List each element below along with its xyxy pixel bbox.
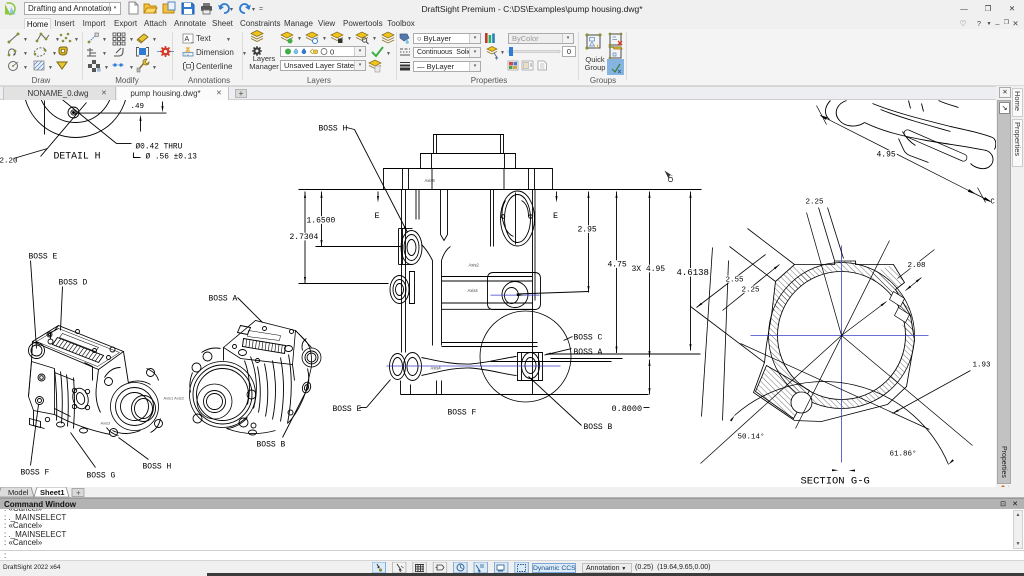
svg-text:2.08: 2.08 [908,262,926,270]
svg-text:BOSS F: BOSS F [448,409,477,418]
svg-text:BOSS H: BOSS H [319,125,348,134]
svg-text:Axis2: Axis2 [469,263,480,268]
svg-text:▼: ▼ [347,36,352,42]
svg-text:SECTION G-G: SECTION G-G [801,476,870,488]
svg-text:1.6500: 1.6500 [307,217,336,226]
svg-text:50.14°: 50.14° [738,433,765,442]
svg-text:0: 0 [330,48,334,57]
svg-text:3X 4.95: 3X 4.95 [632,265,666,274]
svg-text:2.55: 2.55 [726,277,745,285]
svg-text:▼: ▼ [152,37,157,43]
svg-text:E: E [553,211,558,221]
svg-text:DETAIL H: DETAIL H [54,151,101,162]
svg-text:▼: ▼ [102,37,107,43]
svg-text:=: = [259,6,263,13]
svg-text:▼: ▼ [500,50,505,56]
svg-text:▼: ▼ [23,37,28,43]
svg-text:+: + [76,489,81,498]
svg-text:BOSS A: BOSS A [574,348,603,357]
svg-text:Sheet1: Sheet1 [40,488,65,497]
svg-text:C: C [991,199,995,207]
svg-text:4.95: 4.95 [877,151,896,160]
svg-text:▼: ▼ [386,51,391,57]
svg-text:BOSS E: BOSS E [29,253,58,262]
svg-text:BOSS D: BOSS D [59,279,88,288]
svg-text:▼: ▼ [23,51,28,57]
svg-text:▼: ▼ [23,65,28,71]
svg-text:Axis8: Axis8 [425,178,436,183]
svg-text:Ø .56 ±0.13: Ø .56 ±0.13 [146,153,198,162]
svg-text:Axis4: Axis4 [431,366,442,371]
svg-text:61.86°: 61.86° [890,450,917,459]
svg-text:E: E [375,211,380,221]
svg-text:BOSS F: BOSS F [21,469,50,478]
svg-text:▼: ▼ [129,37,134,43]
svg-text:▼: ▼ [48,65,53,71]
svg-text:Axis1 Axis2: Axis1 Axis2 [164,396,185,401]
svg-text:4.75: 4.75 [608,261,627,270]
svg-text:4.6138: 4.6138 [677,268,709,278]
svg-text:.49: .49 [131,103,145,111]
svg-text:▼: ▼ [104,65,109,71]
svg-text:0.8000: 0.8000 [612,404,643,414]
svg-text:A: A [185,36,190,43]
svg-text:▾: ▾ [230,7,233,13]
svg-text:Axis4: Axis4 [468,288,479,293]
svg-text:1.93: 1.93 [973,362,992,370]
svg-text:▼: ▼ [152,65,157,71]
svg-text:2.25: 2.25 [742,287,761,295]
svg-text:BOSS G: BOSS G [87,472,116,481]
svg-text:▼: ▼ [129,65,134,71]
svg-text:▼: ▼ [322,36,327,42]
svg-text:▼: ▼ [297,36,302,42]
svg-text:▾: ▾ [252,7,255,13]
svg-text:1.4: 1.4 [184,53,189,57]
svg-text:▼: ▼ [372,36,377,42]
svg-text:BOSS A: BOSS A [209,295,238,304]
svg-text:2.95: 2.95 [578,226,597,235]
svg-text:BOSS C: BOSS C [574,334,603,343]
svg-text:▼: ▼ [102,51,107,57]
svg-text:2.20: 2.20 [0,158,18,166]
svg-text:▼: ▼ [74,37,79,43]
svg-text:BOSS H: BOSS H [143,463,172,472]
svg-text:2.7304: 2.7304 [290,233,319,242]
svg-text:Model: Model [8,488,29,497]
svg-text:▼: ▼ [55,37,60,43]
svg-text:Ø0.42 THRU: Ø0.42 THRU [136,143,183,152]
svg-text:BOSS E: BOSS E [333,405,362,414]
svg-text:▼: ▼ [52,51,57,57]
svg-text:BOSS B: BOSS B [257,441,286,450]
svg-text:BOSS B: BOSS B [584,423,613,432]
svg-text:2.25: 2.25 [806,199,825,207]
svg-text:Axis3: Axis3 [101,421,112,426]
